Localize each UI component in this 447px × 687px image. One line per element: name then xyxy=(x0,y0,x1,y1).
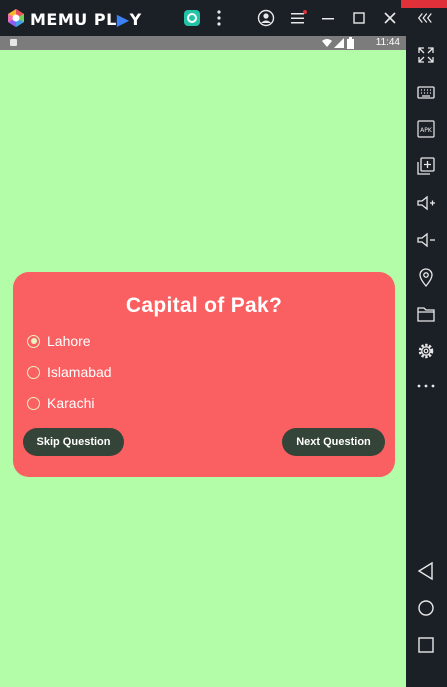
location-icon[interactable] xyxy=(416,267,436,287)
volume-up-icon[interactable] xyxy=(416,193,436,213)
close-icon[interactable] xyxy=(381,9,399,27)
option-lahore[interactable]: Lahore xyxy=(27,331,91,351)
emulator-title-bar: MEMU PL▶Y xyxy=(0,0,447,36)
skip-question-button[interactable]: Skip Question xyxy=(23,428,124,456)
brand-text: MEMU PL xyxy=(30,10,117,29)
brand-name: MEMU PL▶Y xyxy=(30,10,142,29)
radio-button[interactable] xyxy=(27,396,40,410)
memu-logo-icon xyxy=(8,9,24,27)
svg-text:APK: APK xyxy=(420,127,433,134)
emulator-sidebar: APK xyxy=(406,36,447,687)
minimize-icon[interactable] xyxy=(319,9,337,27)
account-icon[interactable] xyxy=(257,9,275,27)
menu-dots-icon[interactable] xyxy=(210,9,228,27)
battery-icon xyxy=(347,37,354,49)
radio-button[interactable] xyxy=(27,365,40,379)
app-screen: Capital of Pak? Lahore Islamabad Karachi… xyxy=(0,50,406,687)
back-icon[interactable] xyxy=(416,561,436,581)
fullscreen-icon[interactable] xyxy=(416,45,436,65)
recents-icon[interactable] xyxy=(416,635,436,655)
window-accent-strip xyxy=(401,0,447,8)
option-islamabad[interactable]: Islamabad xyxy=(27,362,112,382)
volume-down-icon[interactable] xyxy=(416,230,436,250)
option-karachi[interactable]: Karachi xyxy=(27,393,94,413)
notification-icon xyxy=(10,39,17,46)
folder-icon[interactable] xyxy=(416,304,436,324)
option-label: Karachi xyxy=(47,395,95,411)
option-label: Islamabad xyxy=(47,364,112,380)
radio-button-selected[interactable] xyxy=(27,334,40,348)
wifi-icon xyxy=(322,39,332,47)
brand-text-end: Y xyxy=(129,10,142,29)
add-window-icon[interactable] xyxy=(416,156,436,176)
home-icon[interactable] xyxy=(416,598,436,618)
collapse-sidebar-icon[interactable] xyxy=(416,9,434,27)
android-status-bar: 11:44 xyxy=(0,36,406,50)
next-question-button[interactable]: Next Question xyxy=(282,428,385,456)
app-center-icon[interactable] xyxy=(183,9,201,27)
question-title: Capital of Pak? xyxy=(125,294,283,317)
status-time: 11:44 xyxy=(375,37,400,48)
keyboard-icon[interactable] xyxy=(416,82,436,102)
hamburger-menu-icon[interactable] xyxy=(289,9,307,27)
maximize-icon[interactable] xyxy=(350,9,368,27)
signal-icon xyxy=(334,38,344,48)
play-triangle-icon: ▶ xyxy=(116,10,130,29)
more-icon[interactable] xyxy=(416,376,436,396)
settings-icon[interactable] xyxy=(416,341,436,361)
option-label: Lahore xyxy=(47,333,91,349)
apk-icon[interactable]: APK xyxy=(416,119,436,139)
question-card: Capital of Pak? Lahore Islamabad Karachi… xyxy=(13,272,395,477)
